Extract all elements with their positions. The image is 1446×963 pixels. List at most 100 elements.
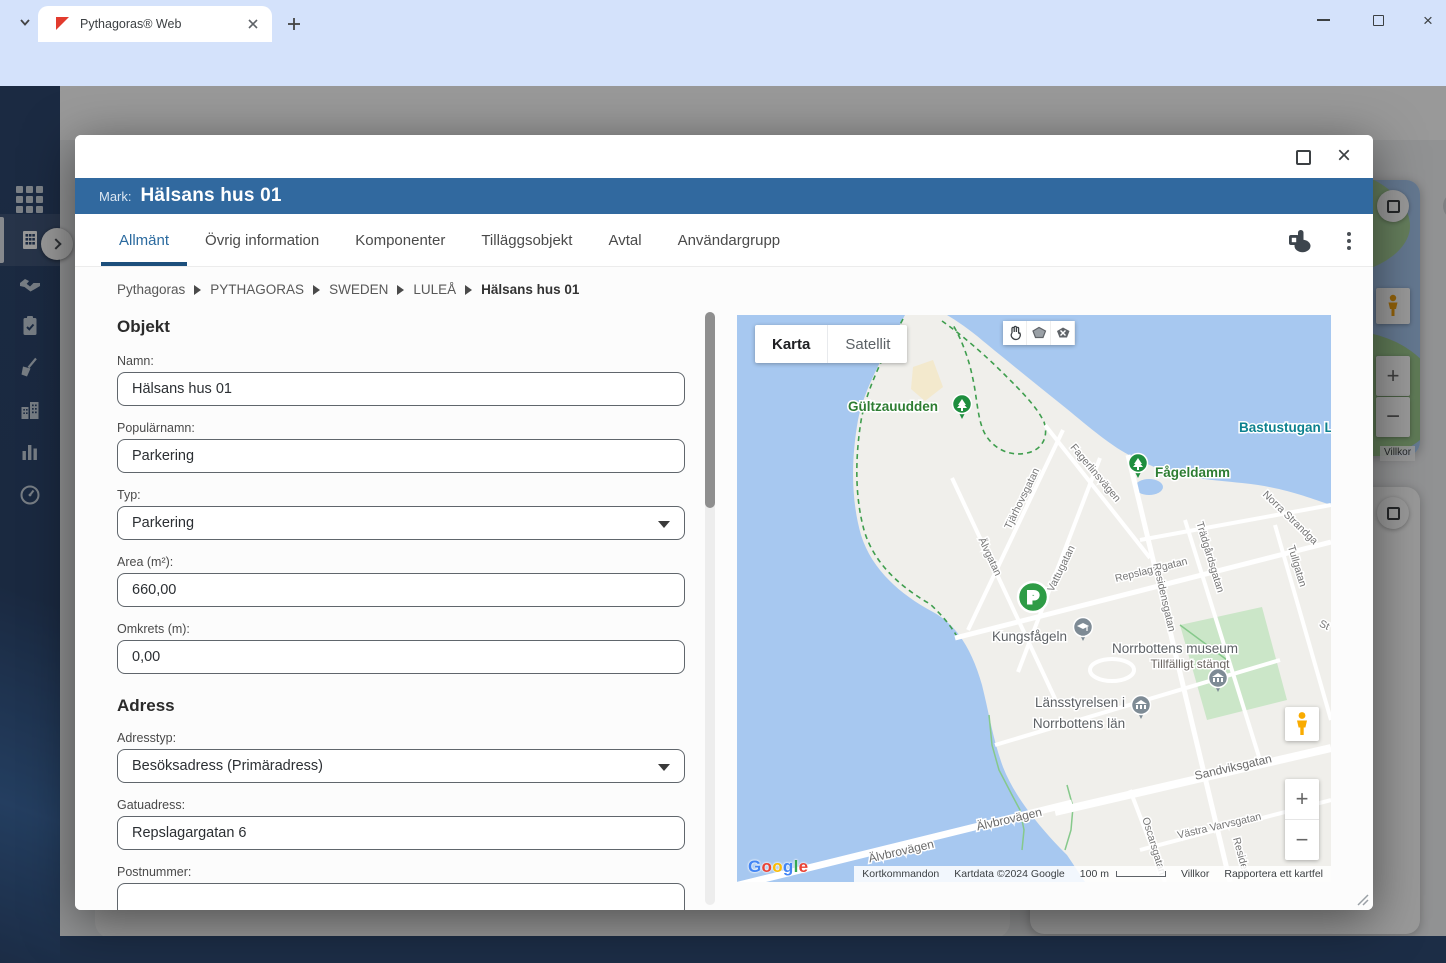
google-logo: Google (748, 857, 808, 877)
gatuadress-input[interactable]: Repslagargatan 6 (117, 816, 685, 850)
typ-select-value: Parkering (132, 515, 194, 531)
breadcrumb-arrow-icon (397, 285, 404, 295)
omkrets-input[interactable]: 0,00 (117, 640, 685, 674)
tab-komponenter[interactable]: Komponenter (337, 214, 463, 266)
field-label-typ: Typ: (117, 488, 685, 502)
map-zoom-control: + − (1285, 779, 1319, 860)
modal-resize-handle[interactable] (1356, 893, 1369, 906)
namn-input[interactable]: Hälsans hus 01 (117, 372, 685, 406)
breadcrumb-arrow-icon (465, 285, 472, 295)
maximize-icon (1373, 15, 1384, 26)
pegman-icon (1293, 711, 1311, 737)
field-label-omkrets: Omkrets (m): (117, 622, 685, 636)
field-label-postnummer: Postnummer: (117, 865, 685, 879)
modal-body: Pythagoras PYTHAGORAS SWEDEN LULEÅ Hälsa… (75, 267, 1373, 910)
tab-avtal[interactable]: Avtal (590, 214, 659, 266)
tab-ovrig-information[interactable]: Övrig information (187, 214, 337, 266)
map-data-text: Kartdata ©2024 Google (954, 868, 1064, 880)
screen: Pythagoras® Web × pim.pythagoras.se/py_d… (0, 0, 1446, 963)
poi-label-gultzauudden: Gültzauudden (848, 399, 938, 414)
form-scrollbar-thumb[interactable] (705, 312, 715, 508)
breadcrumb-item[interactable]: SWEDEN (329, 282, 388, 297)
parking-marker[interactable]: P (1018, 582, 1048, 612)
map-attribution: Kortkommandon Kartdata ©2024 Google 100 … (854, 866, 1331, 882)
breadcrumb-item[interactable]: LULEÅ (413, 282, 456, 297)
zoom-in-button[interactable]: + (1285, 779, 1319, 820)
modal-header: Mark: Hälsans hus 01 (75, 178, 1373, 214)
window-close-button[interactable]: × (1405, 0, 1446, 40)
close-icon (247, 18, 259, 30)
maximize-icon (1296, 150, 1311, 165)
object-title: Hälsans hus 01 (141, 185, 282, 207)
chevron-down-icon (658, 764, 670, 771)
modal-menu-button[interactable] (1347, 232, 1351, 250)
breadcrumb-item[interactable]: Pythagoras (117, 282, 185, 297)
map-canvas[interactable]: Tjärhovsgatan Fagerlinsvägen Vattugatan … (737, 315, 1331, 882)
tab-tillaggsobjekt[interactable]: Tilläggsobjekt (463, 214, 590, 266)
close-icon: × (1423, 12, 1433, 29)
minimize-icon (1317, 19, 1330, 21)
pan-tool-button[interactable] (1003, 321, 1027, 345)
typ-select[interactable]: Parkering (117, 506, 685, 540)
area-input[interactable]: 660,00 (117, 573, 685, 607)
form-column: Pythagoras PYTHAGORAS SWEDEN LULEÅ Hälsa… (117, 267, 685, 910)
popularnamn-input[interactable]: Parkering (117, 439, 685, 473)
parking-marker-letter: P (1027, 588, 1038, 607)
window-maximize-button[interactable] (1355, 0, 1401, 40)
poi-label-museum: Norrbottens museum (1112, 641, 1238, 656)
modal-titlebar: × (75, 135, 1373, 178)
breadcrumb-arrow-icon (313, 285, 320, 295)
adresstyp-select[interactable]: Besöksadress (Primäradress) (117, 749, 685, 783)
plus-icon (286, 16, 302, 32)
breadcrumb-arrow-icon (194, 285, 201, 295)
map-type-karta-button[interactable]: Karta (755, 325, 828, 363)
tab-search-button[interactable] (12, 9, 38, 35)
window-minimize-button[interactable] (1300, 0, 1346, 40)
map-type-control: Karta Satellit (755, 325, 907, 363)
report-map-error-link[interactable]: Rapportera ett kartfel (1224, 868, 1323, 880)
tab-anvandargrupp[interactable]: Användargrupp (660, 214, 799, 266)
field-label-popularnamn: Populärnamn: (117, 421, 685, 435)
section-heading-objekt: Objekt (117, 317, 685, 337)
favicon-flag-icon (56, 17, 70, 31)
field-label-adresstyp: Adresstyp: (117, 731, 685, 745)
polygon-icon (1030, 324, 1048, 342)
tab-title: Pythagoras® Web (80, 17, 244, 31)
modal-tabbar: Allmänt Övrig information Komponenter Ti… (75, 214, 1373, 267)
breadcrumb-item[interactable]: PYTHAGORAS (210, 282, 304, 297)
modal-close-button[interactable]: × (1329, 141, 1359, 171)
chevron-down-icon (658, 521, 670, 528)
hand-icon (1006, 324, 1024, 342)
field-label-gatuadress: Gatuadress: (117, 798, 685, 812)
browser-tab[interactable]: Pythagoras® Web (38, 6, 272, 42)
terms-link[interactable]: Villkor (1181, 868, 1209, 880)
keyboard-shortcuts-link[interactable]: Kortkommandon (862, 868, 939, 880)
map-draw-tools (1003, 321, 1075, 345)
poi-label-fageldamm: Fågeldamm (1155, 465, 1230, 480)
tab-close-button[interactable] (244, 15, 262, 33)
map-type-satellit-button[interactable]: Satellit (828, 325, 907, 363)
browser-titlebar: Pythagoras® Web × (0, 0, 1446, 42)
object-type-label: Mark: (99, 189, 132, 204)
scale-bar-icon (1116, 871, 1166, 877)
poi-label-bastustugan: Bastustugan Lu (1239, 420, 1331, 435)
form-scrollbar-track[interactable] (705, 312, 715, 905)
adresstyp-select-value: Besöksadress (Primäradress) (132, 758, 323, 774)
resize-grip-icon (1356, 893, 1369, 906)
street-view-control[interactable] (1285, 707, 1319, 741)
modal-maximize-button[interactable] (1291, 145, 1315, 169)
breadcrumb: Pythagoras PYTHAGORAS SWEDEN LULEÅ Hälsa… (117, 267, 685, 297)
hand-press-icon (1287, 228, 1313, 254)
touch-select-button[interactable] (1287, 228, 1313, 254)
zoom-out-button[interactable]: − (1285, 820, 1319, 860)
chevron-down-icon (21, 20, 29, 25)
section-heading-adress: Adress (117, 696, 685, 716)
polygon-tool-button[interactable] (1027, 321, 1051, 345)
delete-polygon-tool-button[interactable] (1051, 321, 1075, 345)
new-tab-button[interactable] (282, 12, 306, 36)
tab-allmant[interactable]: Allmänt (101, 214, 187, 266)
poi-label-kungsfageln: Kungsfågeln (992, 629, 1067, 644)
poi-label-lansstyrelsen-2: Norrbottens län (1033, 716, 1125, 731)
polygon-delete-icon (1054, 324, 1072, 342)
postnummer-input[interactable] (117, 883, 685, 910)
